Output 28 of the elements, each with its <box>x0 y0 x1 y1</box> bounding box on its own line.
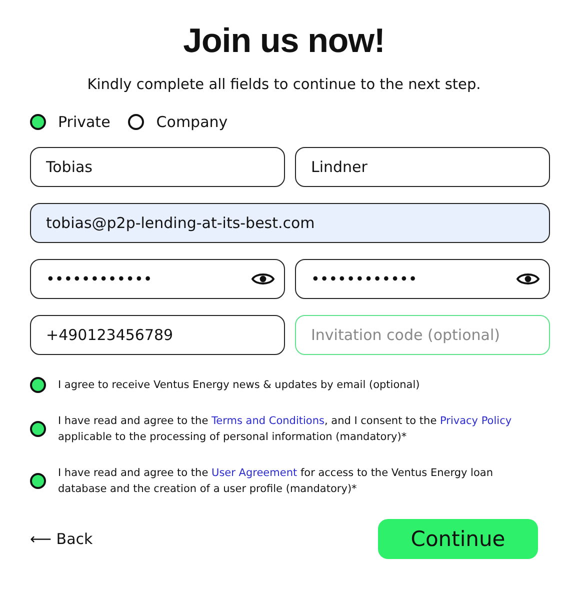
input-field[interactable]: +490123456789 <box>30 315 285 355</box>
radio-option[interactable]: Private <box>30 113 110 131</box>
text-link[interactable]: Terms and Conditions <box>212 415 324 427</box>
radio-option[interactable]: Company <box>128 113 228 131</box>
radio-label: Private <box>58 113 110 131</box>
consent-text: I agree to receive Ventus Energy news & updates by email (optional) <box>58 378 420 393</box>
back-link[interactable]: ⟵ Back <box>30 530 93 548</box>
input-field[interactable]: Tobias <box>30 147 285 187</box>
subtitle: Kindly complete all fields to continue to the next step. <box>86 77 482 93</box>
page-title: Join us now! <box>182 22 386 61</box>
radio-icon[interactable] <box>30 114 46 130</box>
text-link[interactable]: Privacy Policy <box>440 415 512 427</box>
input-field[interactable]: •••••••••••• <box>295 259 550 299</box>
consent-text: I have read and agree to the Terms and Conditions, and I consent to the Privacy Policy applicable to the processing of personal information (mandatory)* <box>58 414 513 445</box>
eye-icon[interactable] <box>516 271 540 287</box>
checkbox[interactable] <box>30 421 46 437</box>
input-field[interactable]: Lindner <box>295 147 550 187</box>
checkbox[interactable] <box>30 377 46 393</box>
continue-button[interactable]: Continue <box>378 519 538 559</box>
checkbox[interactable] <box>30 473 46 489</box>
radio-label: Company <box>156 113 228 131</box>
input-field[interactable]: tobias@p2p-lending-at-its-best.com <box>30 203 550 243</box>
input-field[interactable]: Invitation code (optional) <box>295 315 550 355</box>
input-field[interactable]: •••••••••••• <box>30 259 285 299</box>
eye-icon[interactable] <box>251 271 275 287</box>
consent-text: I have read and agree to the User Agreement for access to the Ventus Energy loan database and the creation of a user profile (mandatory)* <box>58 466 494 497</box>
text-link[interactable]: User Agreement <box>212 467 298 479</box>
radio-icon[interactable] <box>128 114 144 130</box>
